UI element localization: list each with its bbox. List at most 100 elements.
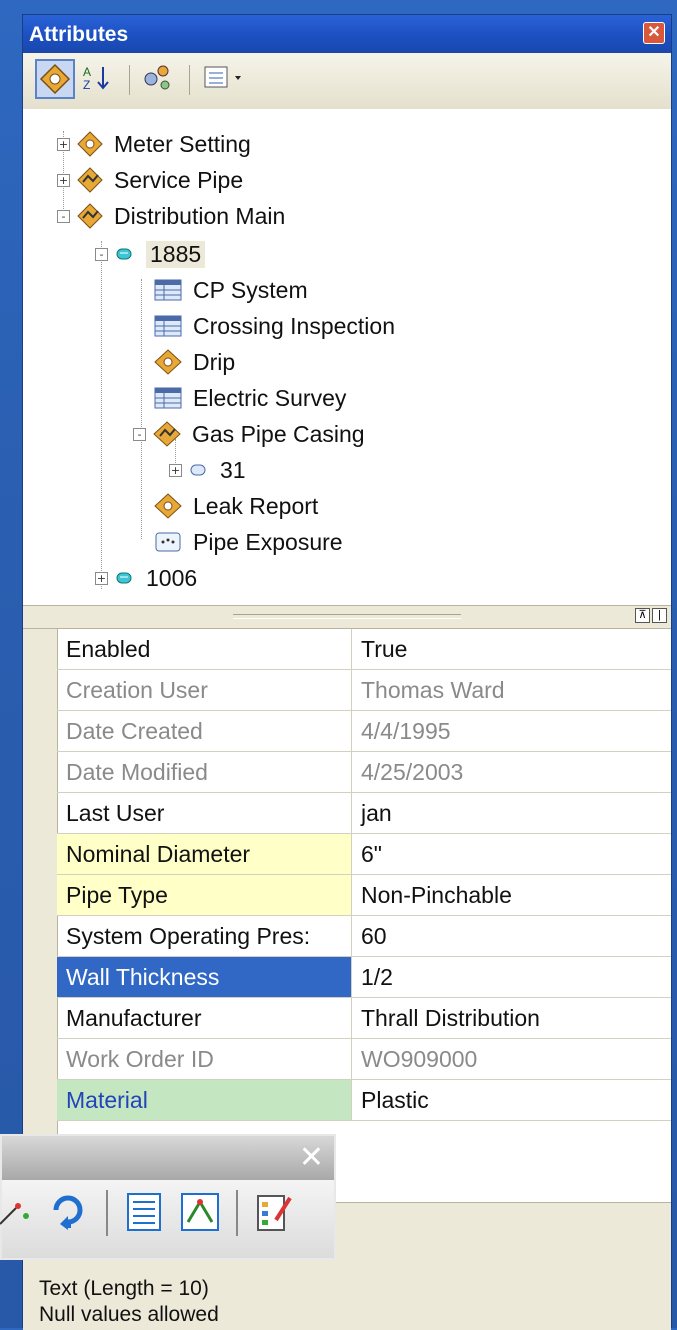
splitter-bar[interactable]: ⊼ | [23, 606, 671, 628]
attribute-row[interactable]: System Operating Pres: 60 [57, 916, 671, 957]
tree-related-leak-report[interactable]: Leak Report [153, 489, 318, 523]
toolbar-separator [129, 65, 130, 95]
attribute-row[interactable]: Pipe Type Non-Pinchable [57, 875, 671, 916]
list-by-layer-button[interactable] [35, 59, 75, 99]
attribute-value[interactable]: True [352, 629, 671, 669]
toolbar-separator [189, 65, 190, 95]
tree-label: Distribution Main [114, 202, 286, 229]
toolbar-separator [236, 1190, 238, 1236]
attribute-name: Date Created [57, 711, 352, 751]
tree-feature-1885[interactable]: - 1885 [95, 237, 206, 271]
tree-label: 1885 [146, 240, 206, 268]
point-layer-icon [77, 131, 103, 157]
tree-label: Crossing Inspection [193, 312, 395, 339]
point-feature-icon [154, 493, 182, 519]
tree-layer-service-pipe[interactable]: + Service Pipe [57, 163, 243, 197]
tree-label: 1006 [146, 564, 198, 591]
attribute-name: Manufacturer [57, 998, 352, 1038]
sketch-properties-icon[interactable] [178, 1190, 222, 1234]
point-feature-icon [154, 349, 182, 375]
grid-view-buttons: ⊼ | [635, 608, 667, 623]
attribute-name: Material [57, 1080, 352, 1120]
tree-connector [141, 279, 142, 539]
attribute-row[interactable]: Wall Thickness 1/2 [57, 957, 671, 998]
floating-toolbar-title[interactable]: ✕ [2, 1136, 334, 1180]
sort-button[interactable]: A Z [79, 59, 119, 99]
attribute-row[interactable]: Creation User Thomas Ward [57, 670, 671, 711]
attribute-row[interactable]: Nominal Diameter 6" [57, 834, 671, 875]
attribute-value[interactable]: WO909000 [352, 1039, 671, 1079]
options-dropdown-button[interactable] [199, 59, 255, 99]
layer-diamond-icon [39, 63, 71, 95]
expand-icon[interactable]: + [57, 137, 70, 151]
attribute-row[interactable]: Manufacturer Thrall Distribution [57, 998, 671, 1039]
tree-related-electric-survey[interactable]: Electric Survey [153, 381, 346, 415]
attribute-value[interactable]: 4/25/2003 [352, 752, 671, 792]
attribute-name: Nominal Diameter [57, 834, 352, 874]
collapse-icon[interactable]: - [95, 247, 108, 261]
attribute-value[interactable]: 1/2 [352, 957, 671, 997]
collapse-icon[interactable]: - [57, 209, 70, 223]
collapse-icon[interactable]: - [133, 427, 146, 441]
floating-toolbar: ✕ [0, 1134, 336, 1260]
tree-related-cp-system[interactable]: CP System [153, 273, 308, 307]
tree-layer-meter-setting[interactable]: + Meter Setting [57, 127, 251, 161]
sort-az-icon: A Z [83, 65, 109, 92]
window-title: Attributes [29, 23, 129, 46]
attribute-value[interactable]: 4/4/1995 [352, 711, 671, 751]
tree-related-gas-pipe-casing[interactable]: - Gas Pipe Casing [133, 417, 365, 451]
feature-icon [116, 248, 132, 260]
table-icon [154, 387, 182, 409]
attribute-row[interactable]: Material Plastic [57, 1080, 671, 1121]
tree-feature-31[interactable]: + 31 [169, 453, 246, 487]
attribute-name: Date Modified [57, 752, 352, 792]
tree-layer-distribution-main[interactable]: - Distribution Main [57, 199, 285, 233]
rotate-icon[interactable] [46, 1190, 90, 1234]
tree-related-crossing-inspection[interactable]: Crossing Inspection [153, 309, 395, 343]
related-icon [144, 65, 170, 90]
attribute-row[interactable]: Date Modified 4/25/2003 [57, 752, 671, 793]
attribute-row[interactable]: Last User jan [57, 793, 671, 834]
field-null-text: Null values allowed [39, 1303, 219, 1326]
related-objects-button[interactable] [139, 59, 179, 99]
tree-label: 31 [220, 456, 246, 483]
line-feature-icon [153, 421, 181, 447]
list-options-icon [204, 66, 241, 88]
attribute-value[interactable]: Thrall Distribution [352, 998, 671, 1038]
attribute-name: Enabled [57, 629, 352, 669]
floating-close-button[interactable]: ✕ [299, 1140, 324, 1175]
feature-tree: + Meter Setting + Service Pipe - Distrib… [23, 109, 671, 606]
alphabetical-view-icon[interactable]: | [652, 608, 667, 623]
attribute-grid: Enabled True Creation User Thomas Ward Date … [23, 628, 671, 1203]
tree-connector [101, 241, 102, 589]
attribute-value[interactable]: Plastic [352, 1080, 671, 1120]
attributes-window: Attributes ✕ A Z + Meter Setting + Servi… [22, 14, 672, 1330]
attribute-row[interactable]: Enabled True [57, 629, 671, 670]
attributes-table-icon[interactable] [122, 1190, 166, 1234]
table-icon [154, 315, 182, 337]
tree-related-drip[interactable]: Drip [153, 345, 235, 379]
tree-related-pipe-exposure[interactable]: Pipe Exposure [153, 525, 343, 559]
attribute-value[interactable]: 6" [352, 834, 671, 874]
attribute-value[interactable]: Non-Pinchable [352, 875, 671, 915]
title-bar[interactable]: Attributes ✕ [23, 15, 671, 53]
attribute-value[interactable]: 60 [352, 916, 671, 956]
tree-label: Service Pipe [114, 166, 244, 193]
expand-icon[interactable]: + [95, 571, 108, 585]
expand-icon[interactable]: + [57, 173, 70, 187]
tree-feature-1006[interactable]: + 1006 [95, 561, 197, 595]
line-layer-icon [77, 167, 103, 193]
attribute-value[interactable]: Thomas Ward [352, 670, 671, 710]
field-type-text: Text (Length = 10) [39, 1277, 209, 1300]
close-button[interactable]: ✕ [643, 22, 665, 44]
splitter-grip[interactable] [233, 614, 461, 619]
attribute-row[interactable]: Work Order ID WO909000 [57, 1039, 671, 1080]
attribute-row[interactable]: Date Created 4/4/1995 [57, 711, 671, 752]
feature-icon [116, 572, 132, 584]
attribute-name: Creation User [57, 670, 352, 710]
edit-vertex-icon[interactable] [0, 1190, 40, 1234]
edit-properties-icon[interactable] [252, 1190, 296, 1234]
attribute-value[interactable]: jan [352, 793, 671, 833]
categorized-view-icon[interactable]: ⊼ [635, 608, 650, 623]
expand-icon[interactable]: + [169, 463, 182, 477]
